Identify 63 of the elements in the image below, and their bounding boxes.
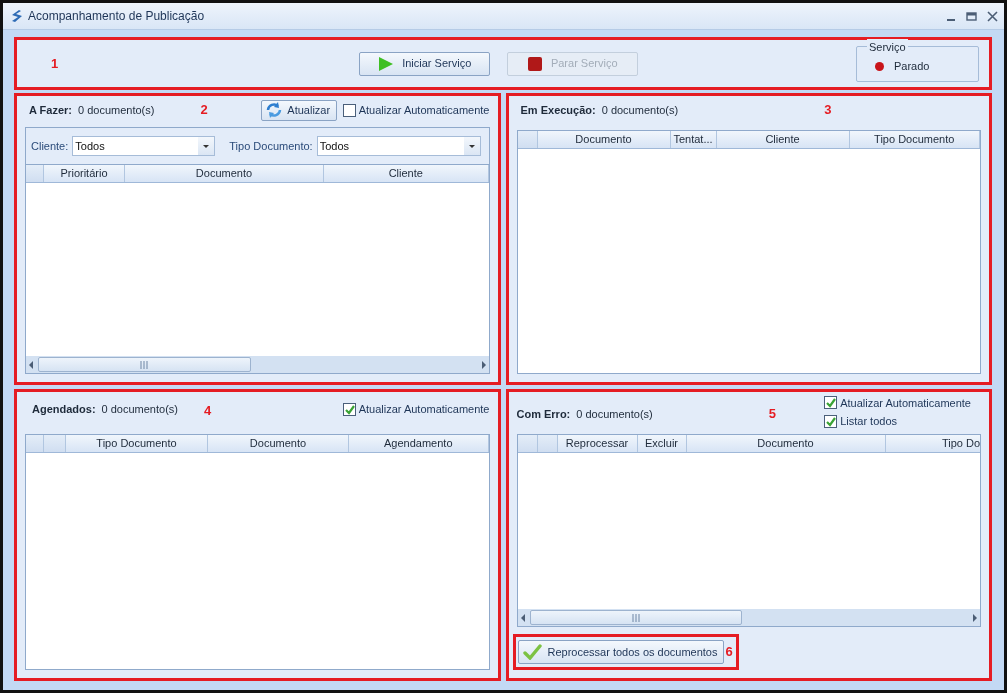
column-header [26, 435, 44, 452]
auto-refresh-checkbox[interactable]: Atualizar Automaticamente [824, 394, 971, 411]
column-header [517, 131, 538, 148]
dropdown-arrow-icon[interactable] [467, 143, 476, 149]
annotation-number: 2 [200, 101, 208, 120]
start-service-button[interactable]: Iniciar Serviço [359, 51, 491, 76]
column-header: Prioritário [44, 165, 125, 182]
column-header: Reprocessar [557, 435, 638, 452]
scroll-right-icon[interactable] [970, 611, 980, 624]
checkmark-icon [343, 403, 355, 415]
column-header: Cliente [716, 131, 850, 148]
column-header: Documento [125, 165, 324, 182]
checkmark-icon [522, 644, 542, 660]
refresh-icon [265, 101, 284, 119]
annotation-number: 6 [725, 643, 733, 662]
stop-icon [526, 55, 543, 72]
close-icon[interactable] [987, 10, 998, 22]
panel-title: A Fazer: [29, 102, 72, 118]
auto-refresh-checkbox[interactable]: Atualizar Automaticamente [342, 101, 490, 119]
document-count: 0 documento(s) [576, 406, 653, 422]
panel-title: Com Erro: [516, 406, 571, 422]
annotation-number: 4 [204, 402, 212, 420]
column-header: Tentat... [670, 131, 717, 148]
status-text: Parado [894, 59, 930, 75]
panel-title: Agendados: [32, 402, 96, 417]
annotation-number: 5 [768, 405, 776, 424]
checkmark-icon [825, 415, 837, 427]
document-count: 0 documento(s) [601, 102, 679, 118]
document-count: 0 documento(s) [78, 102, 155, 118]
filter-label: Cliente: [31, 138, 69, 154]
window-title: Acompanhamento de Publicação [28, 8, 205, 25]
column-header: Tipo Documento [66, 435, 208, 452]
auto-refresh-checkbox[interactable]: Atualizar Automaticamente [342, 401, 490, 418]
grip-icon [631, 611, 640, 624]
column-header: Tipo Documento [849, 131, 980, 148]
column-header [26, 165, 44, 182]
grip-icon [140, 358, 149, 371]
maximize-icon[interactable] [966, 10, 977, 22]
document-count: 0 documento(s) [101, 402, 178, 417]
reprocess-all-button[interactable]: Reprocessar todos os documentos [517, 640, 725, 664]
column-header: Cliente [324, 165, 489, 182]
column-header: Documento [537, 131, 671, 148]
filter-dropdown[interactable]: Todos [316, 136, 481, 156]
auto-refresh-checkbox[interactable]: Listar todos [824, 413, 971, 430]
refresh-button[interactable]: Atualizar [261, 99, 338, 121]
annotation-number: 3 [824, 101, 832, 120]
column-header: Documento [686, 435, 886, 452]
column-header [44, 435, 66, 452]
horizontal-scrollbar[interactable] [26, 356, 489, 373]
play-icon [378, 55, 395, 72]
panel-title: Em Execução: [520, 102, 596, 118]
filter-dropdown[interactable]: Todos [72, 136, 216, 156]
column-header [517, 435, 538, 452]
filter-label: Tipo Documento: [229, 138, 313, 154]
annotation-number: 1 [51, 54, 59, 73]
group-title: Serviço [867, 38, 908, 55]
column-header: Documento [208, 435, 349, 452]
column-header: Agendamento [349, 435, 489, 452]
dropdown-arrow-icon[interactable] [202, 143, 211, 149]
column-header: Excluir [637, 435, 687, 452]
horizontal-scrollbar[interactable] [517, 609, 980, 626]
column-header: Tipo Do [940, 436, 980, 451]
checkmark-icon [825, 397, 837, 409]
